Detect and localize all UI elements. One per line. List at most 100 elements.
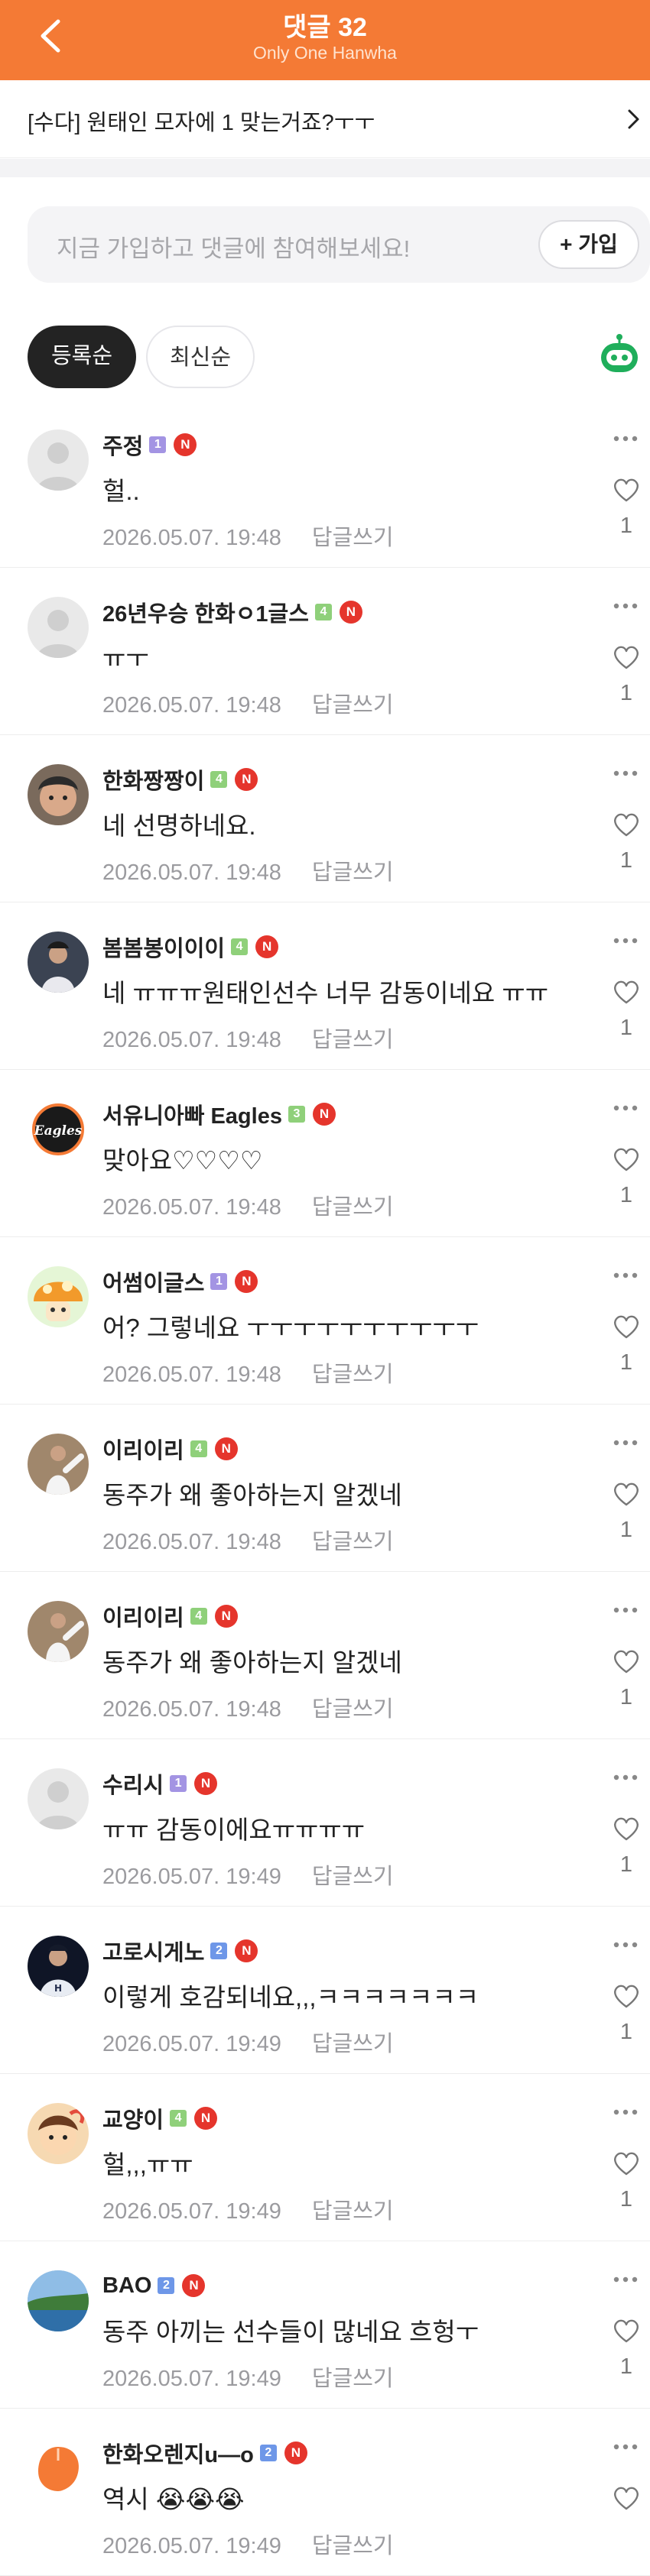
reply-button[interactable]: 답글쓰기 [312, 2367, 394, 2391]
heart-icon[interactable] [612, 644, 641, 670]
nickname[interactable]: 고로시게노 [102, 1935, 204, 1967]
more-options-icon[interactable] [610, 2105, 641, 2120]
heart-icon[interactable] [612, 2318, 641, 2344]
avatar-cartoon-boy[interactable] [28, 2103, 89, 2164]
more-options-icon[interactable] [610, 1770, 641, 1785]
level-badge: 1 [170, 1775, 187, 1792]
more-options-icon[interactable] [610, 1937, 641, 1952]
comment-text: 동주가 왜 좋아하는지 알겠네 [102, 1648, 402, 1677]
reply-button[interactable]: 답글쓰기 [312, 1363, 394, 1387]
comment-date: 2026.05.07. 19:48 [102, 1028, 281, 1052]
avatar-photo-sea[interactable] [28, 2270, 89, 2331]
comment-join-prompt[interactable]: 지금 가입하고 댓글에 참여해보세요! + 가입 [28, 206, 650, 283]
chevron-right-icon [628, 109, 639, 129]
avatar-eagles-logo[interactable]: Eagles [28, 1099, 89, 1160]
nickname[interactable]: 주정 [102, 429, 143, 461]
avatar-orange-blob[interactable] [28, 2438, 89, 2499]
comment-date: 2026.05.07. 19:48 [102, 693, 281, 718]
nickname[interactable]: 교양이 [102, 2102, 164, 2134]
reply-button[interactable]: 답글쓰기 [312, 693, 394, 718]
avatar-photo-uniform[interactable]: H [28, 1936, 89, 1997]
comment-date: 2026.05.07. 19:49 [102, 2367, 281, 2391]
nickname[interactable]: 이리이리 [102, 1433, 184, 1465]
heart-icon[interactable] [612, 2485, 641, 2511]
more-options-icon[interactable] [610, 1602, 641, 1618]
reply-button[interactable]: 답글쓰기 [312, 2199, 394, 2224]
reply-button[interactable]: 답글쓰기 [312, 1530, 394, 1554]
more-options-icon[interactable] [610, 1435, 641, 1450]
more-options-icon[interactable] [610, 933, 641, 948]
heart-icon[interactable] [612, 1648, 641, 1674]
nickname[interactable]: 이리이리 [102, 1600, 184, 1632]
reply-button[interactable]: 답글쓰기 [312, 1028, 394, 1052]
more-options-icon[interactable] [610, 1268, 641, 1283]
reply-button[interactable]: 답글쓰기 [312, 1865, 394, 1889]
more-options-icon[interactable] [610, 766, 641, 781]
reply-button[interactable]: 답글쓰기 [312, 1195, 394, 1220]
level-badge: 2 [158, 2277, 175, 2294]
nickname[interactable]: 26년우승 한화ㅇ1글스 [102, 596, 309, 628]
comment-item-10: H 고로시게노 2 N 이렇게 호감되네요,,,ㅋㅋㅋㅋㅋㅋㅋ 2026.05.… [0, 1907, 650, 2074]
reply-button[interactable]: 답글쓰기 [312, 526, 394, 550]
like-count: 1 [619, 2187, 633, 2211]
more-options-icon[interactable] [610, 598, 641, 614]
original-post-link[interactable]: [수다] 원태인 모자에 1 맞는거죠?ㅜㅜ [0, 80, 650, 158]
nickname[interactable]: 어썸이글스 [102, 1265, 204, 1298]
reply-button[interactable]: 답글쓰기 [312, 2534, 394, 2558]
comment-item-3: 한화짱짱이 4 N 네 선명하네요. 2026.05.07. 19:48 답글쓰기… [0, 735, 650, 902]
join-placeholder: 지금 가입하고 댓글에 참여해보세요! [57, 235, 411, 262]
like-count: 1 [619, 514, 633, 538]
heart-icon[interactable] [612, 1816, 641, 1842]
reply-button[interactable]: 답글쓰기 [312, 1697, 394, 1722]
level-badge: 1 [210, 1273, 228, 1290]
comment-text: 네 선명하네요. [102, 812, 256, 840]
heart-icon[interactable] [612, 2150, 641, 2176]
avatar-default[interactable] [28, 597, 89, 658]
nickname[interactable]: 수리시 [102, 1768, 164, 1800]
heart-icon[interactable] [612, 477, 641, 503]
avatar-photo-child[interactable] [28, 764, 89, 825]
like-count: 1 [619, 2354, 633, 2379]
heart-icon[interactable] [612, 1146, 641, 1172]
new-badge: N [194, 2107, 218, 2130]
new-badge: N [235, 1939, 258, 1962]
comment-date: 2026.05.07. 19:48 [102, 860, 281, 885]
comment-text: 동주 아끼는 선수들이 많네요 흐헝ㅜ [102, 2318, 479, 2346]
nickname[interactable]: 봄봄봉이이이 [102, 931, 225, 963]
avatar-photo-player[interactable] [28, 932, 89, 993]
avatar-mushroom[interactable] [28, 1266, 89, 1327]
robot-icon[interactable] [598, 333, 641, 376]
heart-icon[interactable] [612, 1983, 641, 2009]
more-options-icon[interactable] [610, 1100, 641, 1116]
comment-date: 2026.05.07. 19:48 [102, 1195, 281, 1220]
svg-text:H: H [54, 1983, 62, 1994]
nickname[interactable]: 한화짱짱이 [102, 763, 204, 795]
nickname[interactable]: 한화오렌지u—o [102, 2437, 254, 2469]
heart-icon[interactable] [612, 1481, 641, 1507]
comment-date: 2026.05.07. 19:48 [102, 1530, 281, 1554]
new-badge: N [339, 601, 362, 624]
more-options-icon[interactable] [610, 2272, 641, 2287]
nickname[interactable]: 서유니아빠 Eagles [102, 1098, 282, 1130]
heart-icon[interactable] [612, 979, 641, 1005]
new-badge: N [235, 1270, 258, 1293]
comment-item-8: 이리이리 4 N 동주가 왜 좋아하는지 알겠네 2026.05.07. 19:… [0, 1572, 650, 1739]
sort-registered-button[interactable]: 등록순 [28, 326, 136, 388]
reply-button[interactable]: 답글쓰기 [312, 2032, 394, 2056]
more-options-icon[interactable] [610, 431, 641, 446]
nickname[interactable]: BAO [102, 2273, 151, 2299]
reply-button[interactable]: 답글쓰기 [312, 860, 394, 885]
join-button[interactable]: + 가입 [538, 220, 639, 269]
like-count: 1 [619, 1685, 633, 1709]
avatar-default[interactable] [28, 1768, 89, 1829]
avatar-photo-pitcher[interactable] [28, 1601, 89, 1662]
sort-newest-button[interactable]: 최신순 [146, 326, 255, 388]
more-options-icon[interactable] [610, 2439, 641, 2454]
page-title: 댓글 32 [283, 13, 367, 42]
heart-icon[interactable] [612, 1314, 641, 1340]
avatar-default[interactable] [28, 429, 89, 491]
heart-icon[interactable] [612, 812, 641, 838]
new-badge: N [182, 2274, 206, 2297]
avatar-photo-pitcher[interactable] [28, 1434, 89, 1495]
comment-item-9: 수리시 1 N ㅠㅠ 감동이에요ㅠㅠㅠㅠ 2026.05.07. 19:49 답글… [0, 1739, 650, 1907]
